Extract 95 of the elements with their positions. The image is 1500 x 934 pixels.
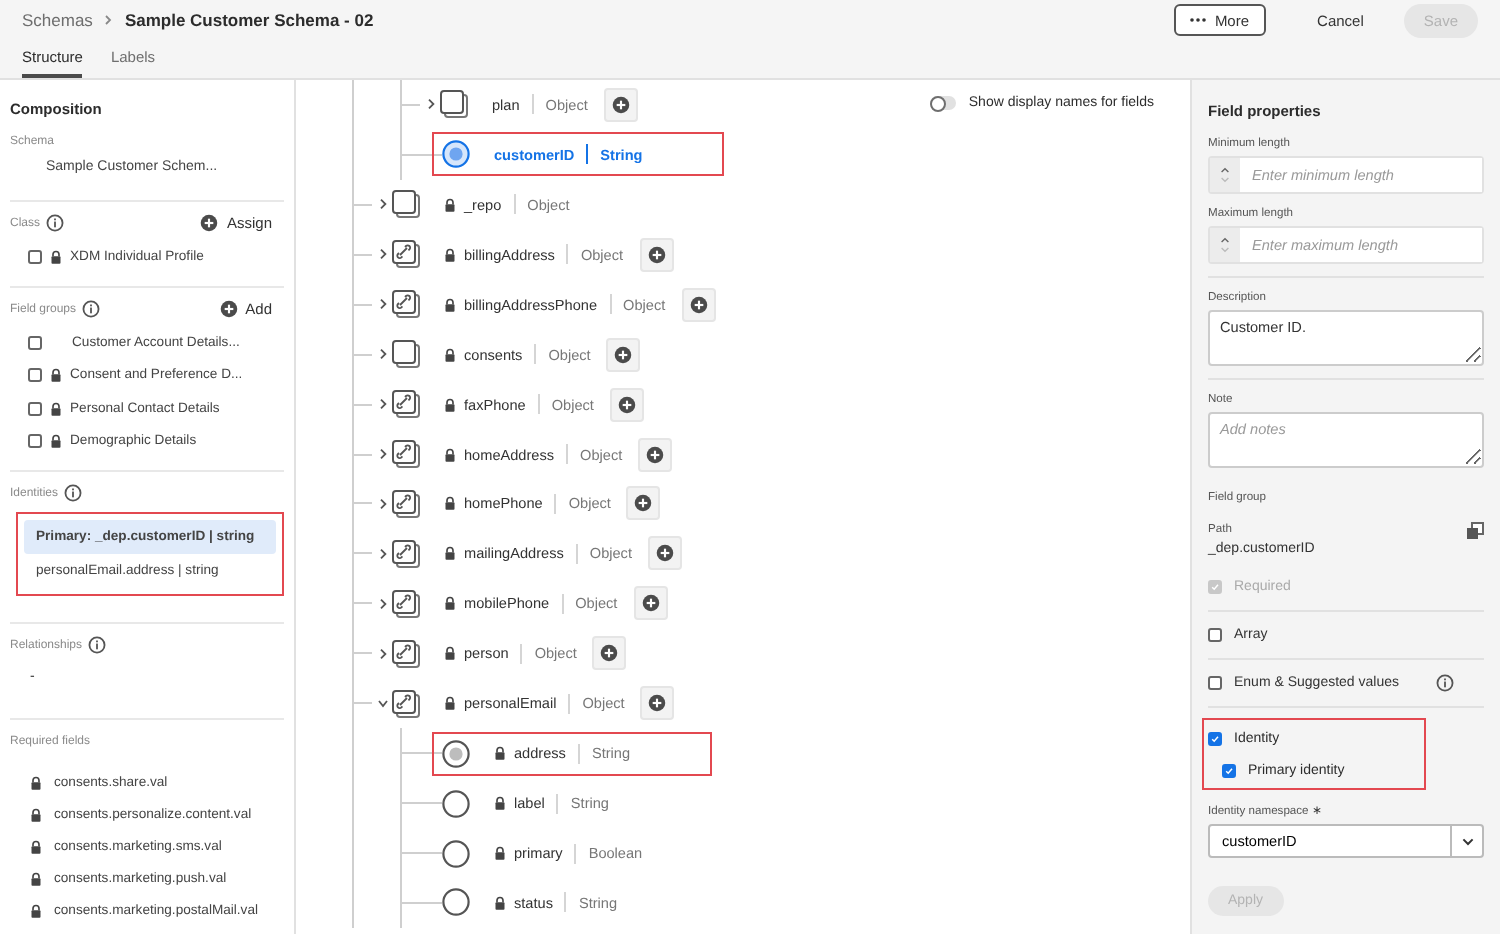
chevron-right-icon[interactable] <box>425 98 435 111</box>
link-icon <box>392 639 420 668</box>
chevron-right-icon[interactable] <box>377 597 387 610</box>
add-field-button[interactable] <box>638 437 673 472</box>
checkbox[interactable] <box>1208 628 1222 642</box>
add-icon <box>617 395 636 414</box>
add-icon <box>611 95 630 114</box>
add-field-button[interactable] <box>647 536 682 571</box>
lock-icon <box>30 775 42 790</box>
add-field-button[interactable] <box>639 237 674 272</box>
add-icon <box>648 694 667 713</box>
info-icon <box>82 300 101 319</box>
chevron-right-icon[interactable] <box>377 647 387 660</box>
object-icon <box>392 190 420 219</box>
add-icon <box>600 644 619 663</box>
add-field-button[interactable] <box>681 287 716 322</box>
chevron-right-icon[interactable] <box>377 248 387 261</box>
lock-icon <box>444 646 456 661</box>
chevron-down-icon[interactable] <box>377 697 387 710</box>
info-icon <box>64 484 83 503</box>
link-icon <box>392 689 420 718</box>
add-icon <box>634 494 653 513</box>
checkbox[interactable] <box>1208 676 1222 690</box>
add-icon <box>655 544 674 563</box>
info-icon <box>46 214 65 232</box>
lock-icon <box>494 746 506 761</box>
lock-icon <box>30 839 42 854</box>
info-icon <box>88 636 107 655</box>
lock-icon <box>30 903 42 918</box>
checkbox[interactable] <box>28 368 42 383</box>
link-icon <box>392 240 420 269</box>
checkbox[interactable] <box>28 249 42 264</box>
checkbox[interactable] <box>1222 763 1236 777</box>
stepper-icon <box>1220 236 1230 254</box>
lock-icon <box>444 596 456 611</box>
lock-icon <box>444 397 456 412</box>
lock-icon <box>50 401 62 416</box>
copy-icon[interactable] <box>1466 522 1484 540</box>
checkbox[interactable] <box>28 335 42 350</box>
more-icon <box>1190 18 1207 23</box>
stepper-icon <box>1220 166 1230 184</box>
add-field-button[interactable] <box>603 87 638 122</box>
lock-icon <box>494 796 506 811</box>
add-icon <box>647 245 666 264</box>
chevron-right-icon[interactable] <box>377 497 387 510</box>
add-field-button[interactable] <box>633 586 668 621</box>
add-icon <box>219 300 238 319</box>
lock-icon <box>30 871 42 886</box>
lock-icon <box>444 496 456 511</box>
checkbox[interactable] <box>28 433 42 448</box>
breadcrumb-link[interactable]: Schemas <box>22 10 93 31</box>
lock-icon <box>50 249 62 264</box>
add-icon <box>614 345 633 364</box>
schema-title: Sample Customer Schema - 02 <box>124 10 374 31</box>
chevron-right-icon[interactable] <box>377 298 387 311</box>
add-field-button[interactable] <box>626 486 661 521</box>
lock-icon <box>494 895 506 910</box>
add-icon <box>646 445 665 464</box>
chevron-right-icon[interactable] <box>377 398 387 411</box>
lock-icon <box>444 297 456 312</box>
add-field-button[interactable] <box>592 636 627 671</box>
add-field-button[interactable] <box>606 337 641 372</box>
link-icon <box>392 539 420 568</box>
lock-icon <box>30 807 42 822</box>
link-icon <box>392 440 420 469</box>
chevron-right-icon[interactable] <box>377 547 387 560</box>
chevron-down-icon <box>1461 837 1473 845</box>
add-field-button[interactable] <box>609 387 644 422</box>
add-field-button[interactable] <box>640 686 675 721</box>
link-icon <box>392 589 420 618</box>
object-icon <box>392 340 420 369</box>
object-icon <box>440 90 468 119</box>
lock-icon <box>444 197 456 212</box>
lock-icon <box>494 846 506 861</box>
lock-icon <box>444 546 456 561</box>
checkbox[interactable] <box>28 401 42 416</box>
lock-icon <box>50 433 62 448</box>
link-icon <box>392 489 420 518</box>
link-icon <box>392 390 420 419</box>
lock-icon <box>444 696 456 711</box>
lock-icon <box>50 368 62 383</box>
chevron-right-icon[interactable] <box>377 448 387 461</box>
lock-icon <box>444 447 456 462</box>
chevron-right-icon[interactable] <box>377 198 387 211</box>
lock-icon <box>444 247 456 262</box>
add-icon <box>641 594 660 613</box>
info-icon <box>1435 674 1453 692</box>
link-icon <box>392 290 420 319</box>
checkbox[interactable] <box>1208 731 1222 745</box>
lock-icon <box>444 347 456 362</box>
chevron-right-icon[interactable] <box>377 348 387 361</box>
toggle-switch[interactable] <box>930 96 957 110</box>
add-icon <box>689 295 708 314</box>
add-icon <box>200 214 219 232</box>
chevron-right-icon <box>102 14 115 27</box>
